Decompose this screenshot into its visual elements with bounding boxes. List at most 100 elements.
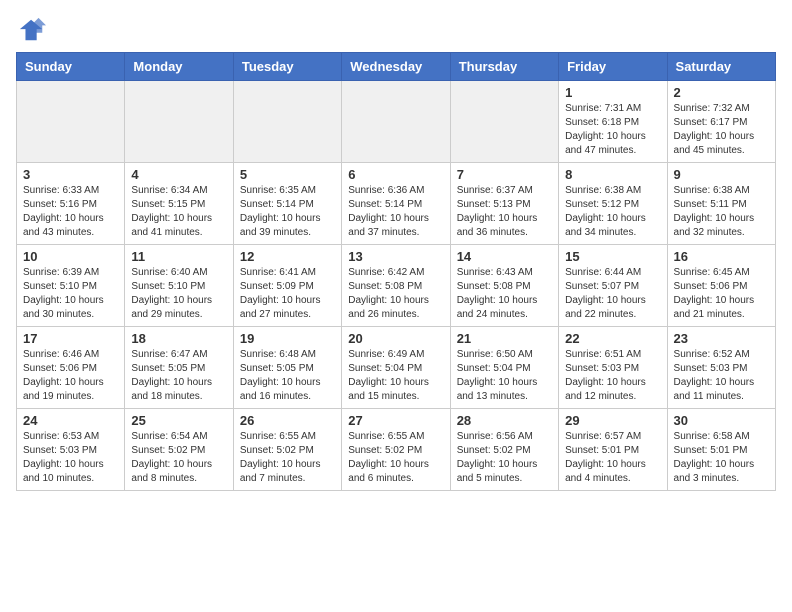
day-info: Sunrise: 6:38 AM Sunset: 5:11 PM Dayligh… <box>674 184 769 240</box>
calendar-cell: 6 Sunrise: 6:36 AM Sunset: 5:14 PM Daylig… <box>342 163 450 245</box>
weekday-header: Wednesday <box>342 53 450 81</box>
calendar-cell: 12 Sunrise: 6:41 AM Sunset: 5:09 PM Dayli… <box>233 245 341 327</box>
weekday-header: Thursday <box>450 53 558 81</box>
day-info: Sunrise: 6:44 AM Sunset: 5:07 PM Dayligh… <box>565 266 660 322</box>
calendar-cell <box>233 81 341 163</box>
calendar-cell: 27 Sunrise: 6:55 AM Sunset: 5:02 PM Dayli… <box>342 409 450 491</box>
day-info: Sunrise: 6:52 AM Sunset: 5:03 PM Dayligh… <box>674 348 769 404</box>
calendar-cell: 26Sunrise: 6:55 AM Sunset: 5:02 PM Dayli… <box>233 409 341 491</box>
week-row: 1 Sunrise: 7:31 AM Sunset: 6:18 PM Daylig… <box>17 81 776 163</box>
day-number: 15 <box>565 249 660 264</box>
week-row: 17 Sunrise: 6:46 AM Sunset: 5:06 PM Dayli… <box>17 327 776 409</box>
calendar-cell: 22 Sunrise: 6:51 AM Sunset: 5:03 PM Dayli… <box>559 327 667 409</box>
day-number: 1 <box>565 85 660 100</box>
day-info: Sunrise: 6:55 AM Sunset: 5:02 PM Dayligh… <box>348 430 443 486</box>
weekday-header: Saturday <box>667 53 775 81</box>
day-number: 17 <box>23 331 118 346</box>
day-number: 19 <box>240 331 335 346</box>
calendar-cell: 7 Sunrise: 6:37 AM Sunset: 5:13 PM Daylig… <box>450 163 558 245</box>
calendar-cell: 21 Sunrise: 6:50 AM Sunset: 5:04 PM Dayli… <box>450 327 558 409</box>
day-number: 21 <box>457 331 552 346</box>
calendar-cell: 25 Sunrise: 6:54 AM Sunset: 5:02 PM Dayli… <box>125 409 233 491</box>
day-info: Sunrise: 6:57 AM Sunset: 5:01 PM Dayligh… <box>565 430 660 486</box>
day-number: 20 <box>348 331 443 346</box>
day-info: Sunrise: 6:38 AM Sunset: 5:12 PM Dayligh… <box>565 184 660 240</box>
day-info: Sunrise: 6:34 AM Sunset: 5:15 PM Dayligh… <box>131 184 226 240</box>
calendar-cell: 16Sunrise: 6:45 AM Sunset: 5:06 PM Dayli… <box>667 245 775 327</box>
calendar-cell: 18 Sunrise: 6:47 AM Sunset: 5:05 PM Dayli… <box>125 327 233 409</box>
day-info: Sunrise: 6:56 AM Sunset: 5:02 PM Dayligh… <box>457 430 552 486</box>
day-info: Sunrise: 6:36 AM Sunset: 5:14 PM Dayligh… <box>348 184 443 240</box>
header <box>16 16 776 44</box>
day-number: 8 <box>565 167 660 182</box>
day-info: Sunrise: 6:58 AM Sunset: 5:01 PM Dayligh… <box>674 430 769 486</box>
calendar-cell: 29 Sunrise: 6:57 AM Sunset: 5:01 PM Dayli… <box>559 409 667 491</box>
day-number: 12 <box>240 249 335 264</box>
calendar-cell: 8 Sunrise: 6:38 AM Sunset: 5:12 PM Daylig… <box>559 163 667 245</box>
day-info: Sunrise: 6:42 AM Sunset: 5:08 PM Dayligh… <box>348 266 443 322</box>
day-number: 9 <box>674 167 769 182</box>
logo-icon <box>18 16 46 44</box>
day-info: Sunrise: 6:50 AM Sunset: 5:04 PM Dayligh… <box>457 348 552 404</box>
calendar-cell: 28 Sunrise: 6:56 AM Sunset: 5:02 PM Dayli… <box>450 409 558 491</box>
day-number: 11 <box>131 249 226 264</box>
day-info: Sunrise: 6:37 AM Sunset: 5:13 PM Dayligh… <box>457 184 552 240</box>
calendar-cell: 5 Sunrise: 6:35 AM Sunset: 5:14 PM Daylig… <box>233 163 341 245</box>
calendar-cell: 1 Sunrise: 7:31 AM Sunset: 6:18 PM Daylig… <box>559 81 667 163</box>
day-number: 25 <box>131 413 226 428</box>
day-info: Sunrise: 6:47 AM Sunset: 5:05 PM Dayligh… <box>131 348 226 404</box>
week-row: 10Sunrise: 6:39 AM Sunset: 5:10 PM Dayli… <box>17 245 776 327</box>
calendar-cell <box>342 81 450 163</box>
day-number: 29 <box>565 413 660 428</box>
weekday-header: Monday <box>125 53 233 81</box>
day-number: 6 <box>348 167 443 182</box>
day-number: 28 <box>457 413 552 428</box>
calendar-cell: 14 Sunrise: 6:43 AM Sunset: 5:08 PM Dayli… <box>450 245 558 327</box>
day-info: Sunrise: 6:35 AM Sunset: 5:14 PM Dayligh… <box>240 184 335 240</box>
day-info: Sunrise: 6:46 AM Sunset: 5:06 PM Dayligh… <box>23 348 118 404</box>
day-info: Sunrise: 6:53 AM Sunset: 5:03 PM Dayligh… <box>23 430 118 486</box>
calendar-cell: 3Sunrise: 6:33 AM Sunset: 5:16 PM Daylig… <box>17 163 125 245</box>
day-number: 4 <box>131 167 226 182</box>
day-number: 2 <box>674 85 769 100</box>
day-info: Sunrise: 6:43 AM Sunset: 5:08 PM Dayligh… <box>457 266 552 322</box>
day-info: Sunrise: 6:54 AM Sunset: 5:02 PM Dayligh… <box>131 430 226 486</box>
calendar-cell: 19 Sunrise: 6:48 AM Sunset: 5:05 PM Dayli… <box>233 327 341 409</box>
calendar-cell: 10Sunrise: 6:39 AM Sunset: 5:10 PM Dayli… <box>17 245 125 327</box>
logo <box>16 16 46 44</box>
day-info: Sunrise: 6:49 AM Sunset: 5:04 PM Dayligh… <box>348 348 443 404</box>
day-info: Sunrise: 7:31 AM Sunset: 6:18 PM Dayligh… <box>565 102 660 158</box>
day-info: Sunrise: 6:51 AM Sunset: 5:03 PM Dayligh… <box>565 348 660 404</box>
calendar-cell: 9 Sunrise: 6:38 AM Sunset: 5:11 PM Daylig… <box>667 163 775 245</box>
day-number: 18 <box>131 331 226 346</box>
calendar-cell: 17 Sunrise: 6:46 AM Sunset: 5:06 PM Dayli… <box>17 327 125 409</box>
calendar-cell: 15 Sunrise: 6:44 AM Sunset: 5:07 PM Dayli… <box>559 245 667 327</box>
calendar: SundayMondayTuesdayWednesdayThursdayFrid… <box>16 52 776 491</box>
day-info: Sunrise: 6:55 AM Sunset: 5:02 PM Dayligh… <box>240 430 335 486</box>
day-number: 14 <box>457 249 552 264</box>
week-row: 3Sunrise: 6:33 AM Sunset: 5:16 PM Daylig… <box>17 163 776 245</box>
day-number: 7 <box>457 167 552 182</box>
week-row: 24 Sunrise: 6:53 AM Sunset: 5:03 PM Dayli… <box>17 409 776 491</box>
day-number: 3 <box>23 167 118 182</box>
calendar-cell <box>17 81 125 163</box>
calendar-cell: 13Sunrise: 6:42 AM Sunset: 5:08 PM Dayli… <box>342 245 450 327</box>
day-info: Sunrise: 6:41 AM Sunset: 5:09 PM Dayligh… <box>240 266 335 322</box>
calendar-cell <box>450 81 558 163</box>
day-info: Sunrise: 6:48 AM Sunset: 5:05 PM Dayligh… <box>240 348 335 404</box>
day-info: Sunrise: 7:32 AM Sunset: 6:17 PM Dayligh… <box>674 102 769 158</box>
calendar-cell: 2 Sunrise: 7:32 AM Sunset: 6:17 PM Daylig… <box>667 81 775 163</box>
calendar-cell: 30Sunrise: 6:58 AM Sunset: 5:01 PM Dayli… <box>667 409 775 491</box>
calendar-cell: 11 Sunrise: 6:40 AM Sunset: 5:10 PM Dayli… <box>125 245 233 327</box>
day-info: Sunrise: 6:40 AM Sunset: 5:10 PM Dayligh… <box>131 266 226 322</box>
calendar-cell: 4 Sunrise: 6:34 AM Sunset: 5:15 PM Daylig… <box>125 163 233 245</box>
day-number: 22 <box>565 331 660 346</box>
day-number: 5 <box>240 167 335 182</box>
day-number: 10 <box>23 249 118 264</box>
calendar-cell: 24 Sunrise: 6:53 AM Sunset: 5:03 PM Dayli… <box>17 409 125 491</box>
day-number: 24 <box>23 413 118 428</box>
day-info: Sunrise: 6:45 AM Sunset: 5:06 PM Dayligh… <box>674 266 769 322</box>
day-number: 27 <box>348 413 443 428</box>
weekday-header: Friday <box>559 53 667 81</box>
day-number: 23 <box>674 331 769 346</box>
